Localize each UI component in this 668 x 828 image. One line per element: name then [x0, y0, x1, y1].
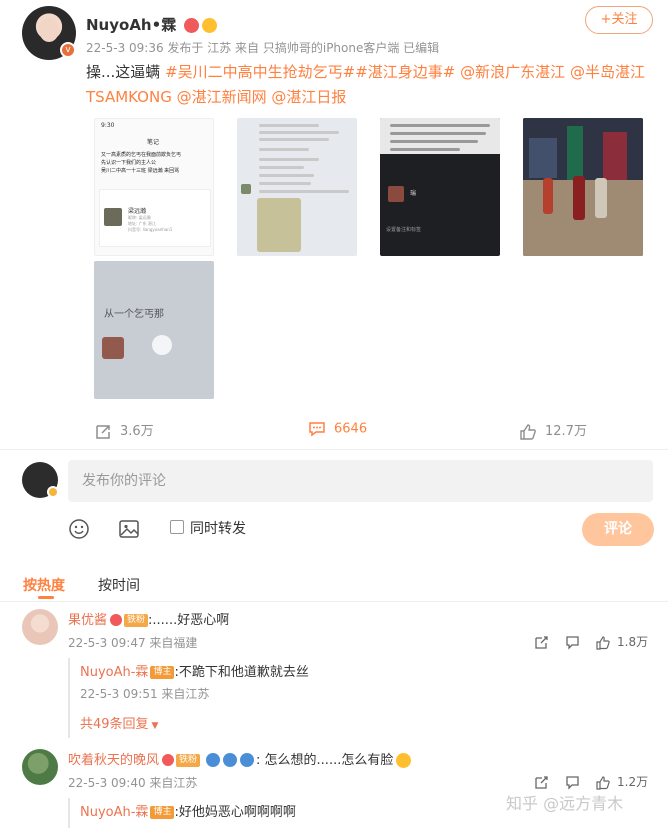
like-action[interactable]: 12.7万	[519, 420, 587, 441]
comment-text: :......好恶心啊	[148, 613, 230, 628]
emoji-icon	[202, 18, 218, 33]
comment-actions: 1.2万	[534, 773, 648, 790]
post-text: 操...这逼螨 #吴川二中高中生抢劫乞丐##湛江身边事# @新浪广东湛江 @半岛…	[86, 63, 645, 106]
commenter-name[interactable]: 果优酱	[68, 613, 107, 628]
hashtag[interactable]: #吴川二中高中生抢劫乞丐#	[165, 63, 355, 81]
emoji-icon	[184, 18, 200, 33]
comment-text: : 怎么想的......怎么有脸	[256, 753, 394, 768]
thumbs-up-icon[interactable]	[596, 635, 611, 650]
share-icon[interactable]	[534, 635, 549, 650]
comment-time: 22-5-3 09:40 来自江苏	[68, 776, 198, 790]
more-replies-link[interactable]: 共49条回复 ▼	[80, 713, 158, 732]
comment-action[interactable]: 6646	[308, 420, 367, 438]
reply-author-name[interactable]: NuyoAh-霖	[80, 805, 148, 820]
fan-badge: 铁粉	[176, 753, 201, 767]
emoji-icon	[223, 753, 238, 767]
emoji-icon	[240, 753, 255, 767]
mention[interactable]: @湛江新闻网	[177, 88, 267, 106]
reply-icon[interactable]	[565, 635, 580, 650]
post-image-1[interactable]: 9:30 笔记 又一高素质的乞丐在我面前欺负乞丐 先认识一下我们的主人公 吴川二…	[94, 118, 214, 256]
reply-icon[interactable]	[565, 775, 580, 790]
reply-thread-bar	[68, 658, 70, 738]
reply-author-name[interactable]: NuyoAh-霖	[80, 665, 148, 680]
reply-text: :不跪下和他道歉就去丝	[174, 665, 309, 680]
repost-checkbox-label[interactable]: 同时转发	[190, 518, 246, 538]
author-badge: 博主	[150, 665, 175, 679]
reply-text: :好他妈恶心啊啊啊啊	[174, 805, 296, 820]
comment-line: 果优酱 铁粉:......好恶心啊	[68, 609, 229, 628]
tab-sort-by-hot[interactable]: 按热度	[23, 575, 65, 595]
hashtag[interactable]: #湛江身边事#	[355, 63, 455, 81]
commenter-avatar[interactable]	[22, 609, 58, 645]
image-upload-icon[interactable]	[118, 518, 140, 540]
mention[interactable]: @新浪广东湛江	[460, 63, 565, 81]
commenter-name[interactable]: 吹着秋天的晚风	[68, 753, 159, 768]
member-badge-icon	[47, 486, 59, 498]
fan-badge: 铁粉	[124, 613, 149, 627]
emoji-icon	[206, 753, 221, 767]
chevron-down-icon: ▼	[151, 721, 159, 731]
post-image-2[interactable]	[237, 118, 357, 256]
follow-button[interactable]: +关注	[585, 6, 653, 34]
comment-icon	[309, 422, 325, 437]
comment-actions: 1.8万	[534, 633, 648, 650]
emoji-picker-icon[interactable]	[68, 518, 90, 540]
emoji-icon	[110, 614, 123, 626]
repost-action[interactable]: 3.6万	[94, 420, 154, 441]
comment-line: 吹着秋天的晚风 铁粉 : 怎么想的......怎么有脸	[68, 749, 412, 768]
post-image-3[interactable]: 瑞 设置备注和标签	[380, 118, 500, 256]
active-tab-indicator	[38, 596, 54, 599]
author-badge: 博主	[150, 805, 175, 819]
verified-badge-icon: v	[60, 42, 76, 58]
repost-checkbox[interactable]	[170, 520, 184, 534]
reply-time: 22-5-3 09:51 来自江苏	[80, 687, 210, 701]
post-image-5[interactable]: 从一个乞丐那	[94, 261, 214, 399]
tab-sort-by-time[interactable]: 按时间	[98, 575, 140, 595]
share-icon[interactable]	[534, 775, 549, 790]
divider	[0, 601, 668, 602]
watermark: 知乎 @远方青木	[506, 794, 624, 813]
comment-like-count: 1.8万	[617, 635, 649, 649]
divider	[0, 449, 668, 450]
repost-icon	[96, 424, 110, 439]
emoji-icon	[396, 752, 412, 768]
comment-time: 22-5-3 09:47 来自福建	[68, 636, 198, 650]
post-image-4[interactable]	[523, 118, 643, 256]
commenter-avatar[interactable]	[22, 749, 58, 785]
author-name[interactable]: NuyoAh•霖	[86, 14, 218, 35]
submit-comment-button[interactable]: 评论	[582, 513, 654, 546]
post-meta: 22-5-3 09:36 发布于 江苏 来自 只搞帅哥的iPhone客户端 已编…	[86, 41, 440, 55]
comment-input[interactable]	[68, 460, 653, 502]
reply-line: NuyoAh-霖 博主:好他妈恶心啊啊啊啊	[80, 801, 296, 820]
emoji-icon	[162, 754, 175, 766]
comment-like-count: 1.2万	[617, 775, 649, 789]
thumbs-up-icon	[520, 423, 536, 440]
mention[interactable]: @湛江日报	[271, 88, 346, 106]
reply-line: NuyoAh-霖 博主:不跪下和他道歉就去丝	[80, 661, 309, 680]
reply-thread-bar	[68, 798, 70, 828]
thumbs-up-icon[interactable]	[596, 775, 611, 790]
